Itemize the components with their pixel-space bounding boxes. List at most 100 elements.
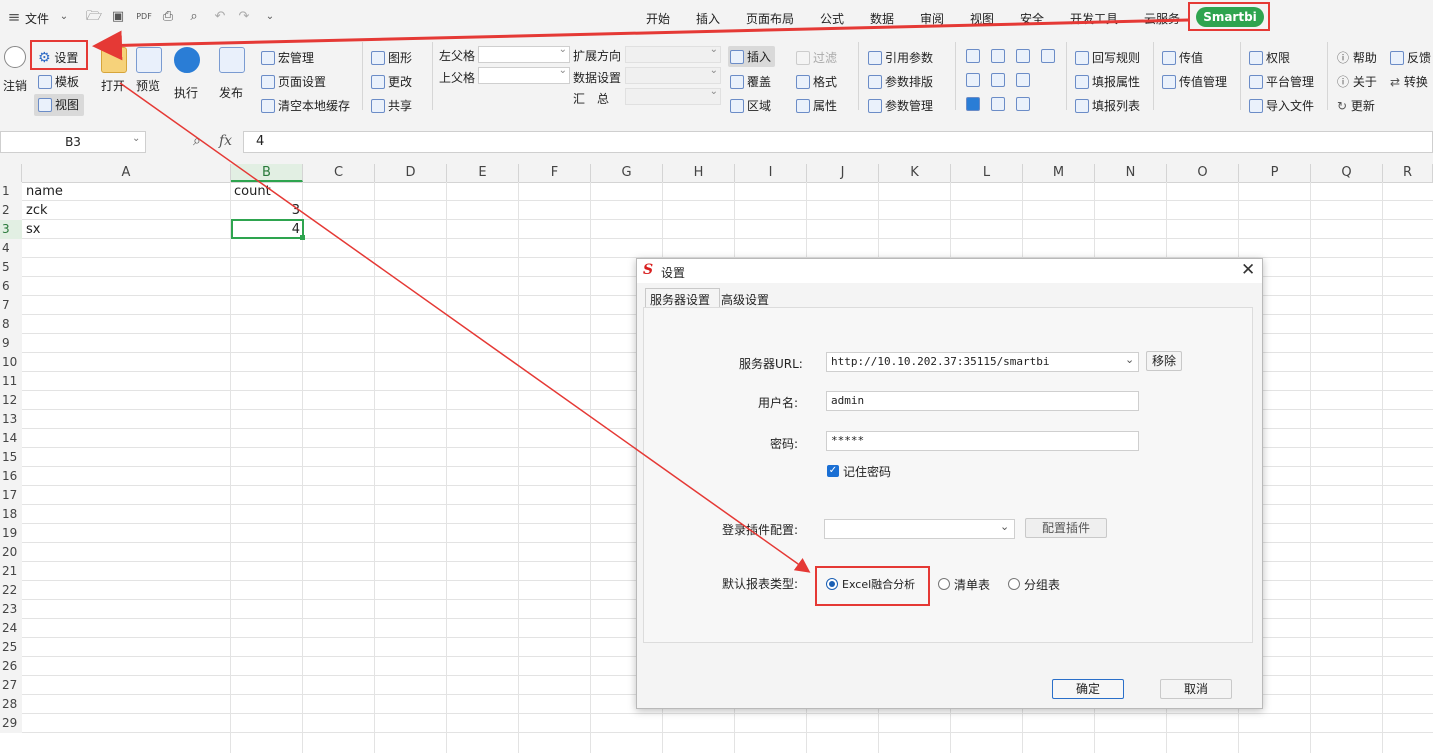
cell-a3[interactable]: sx: [26, 220, 40, 239]
fx-icon[interactable]: fx: [219, 133, 232, 149]
view-button[interactable]: 视图: [34, 94, 84, 116]
column-header-a[interactable]: A: [22, 164, 231, 182]
row-header-18[interactable]: 18: [0, 505, 22, 524]
template-button[interactable]: 模板: [38, 73, 79, 90]
row-header-25[interactable]: 25: [0, 638, 22, 657]
row-header-14[interactable]: 14: [0, 429, 22, 448]
login-plugin-select[interactable]: [824, 519, 1015, 539]
textbox-control-icon[interactable]: [1016, 73, 1030, 87]
column-header-b[interactable]: B: [231, 164, 303, 182]
print-preview-icon[interactable]: ⌕: [186, 9, 202, 25]
column-header-c[interactable]: C: [303, 164, 375, 182]
remember-password-checkbox[interactable]: ✓: [827, 465, 839, 477]
insert-button[interactable]: 插入: [728, 46, 776, 67]
remove-button[interactable]: 移除: [1146, 351, 1182, 371]
column-header-k[interactable]: K: [879, 164, 951, 182]
area-button[interactable]: 区域: [730, 97, 771, 114]
column-header-g[interactable]: G: [591, 164, 663, 182]
permission-button[interactable]: 权限: [1249, 49, 1290, 66]
tab-insert[interactable]: 插入: [696, 10, 720, 27]
column-header-l[interactable]: L: [951, 164, 1023, 182]
row-header-16[interactable]: 16: [0, 467, 22, 486]
param-layout-button[interactable]: 参数排版: [868, 73, 933, 90]
close-icon[interactable]: ✕: [1241, 260, 1255, 280]
row-header-9[interactable]: 9: [0, 334, 22, 353]
row-header-4[interactable]: 4: [0, 239, 22, 258]
page-setup-button[interactable]: 页面设置: [261, 73, 326, 90]
format-button[interactable]: 格式: [796, 73, 837, 90]
ok-button[interactable]: 确定: [1052, 679, 1124, 699]
column-header-p[interactable]: P: [1239, 164, 1311, 182]
row-header-20[interactable]: 20: [0, 543, 22, 562]
writeback-rule-button[interactable]: 回写规则: [1075, 49, 1140, 66]
share-button[interactable]: 共享: [371, 97, 412, 114]
column-header-h[interactable]: H: [663, 164, 735, 182]
undo-icon[interactable]: ↶: [212, 9, 228, 25]
tab-security[interactable]: 安全: [1020, 10, 1044, 27]
radio-group-table[interactable]: [1008, 578, 1020, 590]
row-header-15[interactable]: 15: [0, 448, 22, 467]
username-input[interactable]: admin: [826, 391, 1139, 411]
row-header-13[interactable]: 13: [0, 410, 22, 429]
cover-button[interactable]: 覆盖: [730, 73, 771, 90]
property-button[interactable]: 属性: [796, 97, 837, 114]
open-folder-icon[interactable]: 🗁: [86, 9, 102, 25]
server-url-select[interactable]: http://10.10.202.37:35115/smartbi: [826, 352, 1139, 372]
formula-input[interactable]: 4: [243, 131, 1433, 153]
row-header-26[interactable]: 26: [0, 657, 22, 676]
update-button[interactable]: ↻ 更新: [1337, 97, 1375, 114]
row-header-29[interactable]: 29: [0, 714, 22, 733]
param-manage-button[interactable]: 参数管理: [868, 97, 933, 114]
column-header-j[interactable]: J: [807, 164, 879, 182]
comment-control-icon[interactable]: [966, 49, 980, 63]
column-header-q[interactable]: Q: [1311, 164, 1383, 182]
tree-control-icon[interactable]: [991, 73, 1005, 87]
tab-view[interactable]: 视图: [970, 10, 994, 27]
cancel-button[interactable]: 取消: [1160, 679, 1232, 699]
customize-toolbar-icon[interactable]: ⌄: [262, 9, 278, 25]
cell-a1[interactable]: name: [26, 182, 63, 201]
tab-server-settings[interactable]: 服务器设置: [645, 288, 720, 309]
top-parent-select[interactable]: [478, 65, 570, 84]
row-header-19[interactable]: 19: [0, 524, 22, 543]
row-header-27[interactable]: 27: [0, 676, 22, 695]
tab-page-layout[interactable]: 页面布局: [746, 10, 794, 27]
column-header-e[interactable]: E: [447, 164, 519, 182]
pass-value-button[interactable]: 传值: [1162, 49, 1203, 66]
column-header-d[interactable]: D: [375, 164, 447, 182]
fill-handle[interactable]: [300, 235, 305, 240]
chevron-down-icon[interactable]: ⌄: [1125, 353, 1134, 366]
publish-button[interactable]: 发布: [219, 84, 243, 101]
tab-start[interactable]: 开始: [646, 10, 670, 27]
execute-button[interactable]: 执行: [174, 84, 198, 101]
tab-data[interactable]: 数据: [870, 10, 894, 27]
row-header-5[interactable]: 5: [0, 258, 22, 277]
row-header-12[interactable]: 12: [0, 391, 22, 410]
row-header-6[interactable]: 6: [0, 277, 22, 296]
platform-manage-button[interactable]: 平台管理: [1249, 73, 1314, 90]
tab-formula[interactable]: 公式: [820, 10, 844, 27]
zoom-formula-icon[interactable]: ⌕: [193, 133, 201, 149]
row-header-23[interactable]: 23: [0, 600, 22, 619]
logout-button[interactable]: 注销: [3, 77, 27, 94]
left-parent-select[interactable]: [478, 44, 570, 63]
cell-b1[interactable]: count: [234, 182, 271, 201]
label-control-icon[interactable]: [1016, 97, 1030, 111]
row-header-3[interactable]: 3: [0, 220, 22, 239]
ref-param-button[interactable]: 引用参数: [868, 49, 933, 66]
row-header-2[interactable]: 2: [0, 201, 22, 220]
data-setting-select[interactable]: [625, 65, 721, 84]
fill-list-button[interactable]: 填报列表: [1075, 97, 1140, 114]
row-header-24[interactable]: 24: [0, 619, 22, 638]
row-header-1[interactable]: 1: [0, 182, 22, 201]
tab-advanced-settings[interactable]: 高级设置: [718, 290, 772, 307]
row-header-21[interactable]: 21: [0, 562, 22, 581]
checkbox-control-icon[interactable]: [966, 97, 980, 111]
column-header-r[interactable]: R: [1383, 164, 1433, 182]
preview-button[interactable]: 预览: [136, 77, 160, 94]
row-header-22[interactable]: 22: [0, 581, 22, 600]
column-header-i[interactable]: I: [735, 164, 807, 182]
cell-b2[interactable]: 3: [232, 201, 300, 220]
save-icon[interactable]: ▣: [110, 9, 126, 25]
dropdown-control-icon[interactable]: [991, 49, 1005, 63]
